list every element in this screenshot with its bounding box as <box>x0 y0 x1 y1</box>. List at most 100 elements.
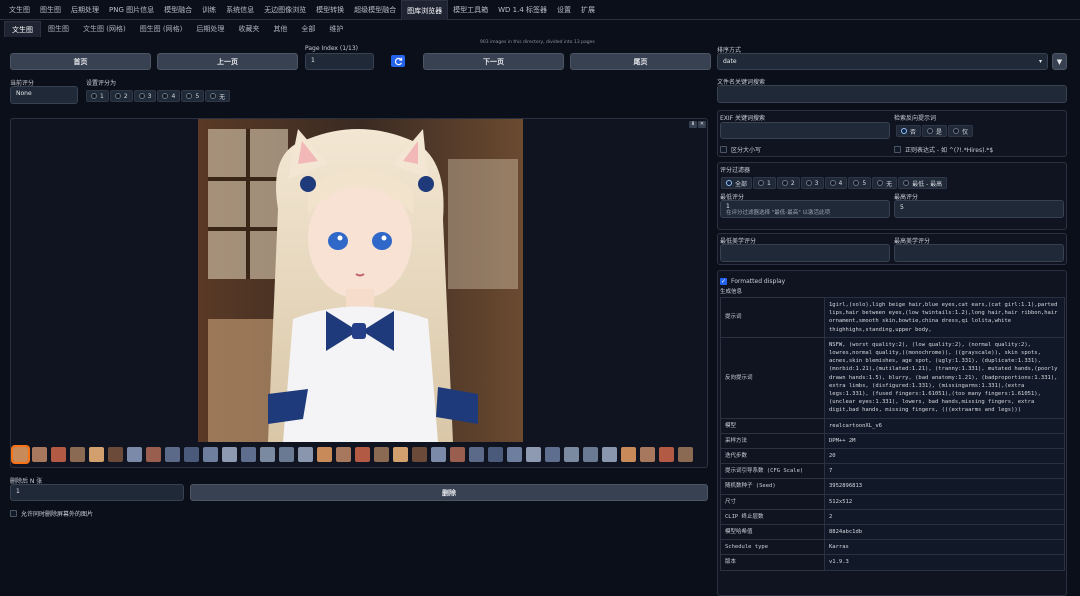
thumbnail[interactable] <box>32 447 47 462</box>
case-sensitive-checkbox[interactable]: 区分大小写 <box>720 145 761 154</box>
score-filter-radio[interactable]: 2 <box>776 177 800 189</box>
top-tab[interactable]: PNG 图片信息 <box>104 0 159 20</box>
thumbnail[interactable] <box>11 445 30 464</box>
top-tab[interactable]: 系统信息 <box>221 0 259 20</box>
thumbnail[interactable] <box>431 447 446 462</box>
sub-tab[interactable]: 后期处理 <box>189 21 231 37</box>
thumbnail[interactable] <box>336 447 351 462</box>
thumbnail[interactable] <box>621 447 636 462</box>
thumbnail[interactable] <box>89 447 104 462</box>
sub-tab[interactable]: 文生图 (网格) <box>76 21 133 37</box>
thumbnail[interactable] <box>393 447 408 462</box>
top-tab[interactable]: 模型融合 <box>159 0 197 20</box>
thumbnail[interactable] <box>659 447 674 462</box>
first-page-button[interactable]: 首页 <box>10 53 151 70</box>
thumbnail[interactable] <box>298 447 313 462</box>
thumbnail[interactable] <box>640 447 655 462</box>
thumbnail[interactable] <box>70 447 85 462</box>
thumbnail[interactable] <box>241 447 256 462</box>
checkbox-box[interactable] <box>10 510 17 517</box>
sub-tab[interactable]: 文生图 <box>4 21 41 37</box>
thumbnail[interactable] <box>317 447 332 462</box>
thumbnail[interactable] <box>374 447 389 462</box>
filename-search-input[interactable] <box>717 85 1067 103</box>
refresh-button[interactable] <box>391 55 405 67</box>
score-filter-radio[interactable]: 5 <box>848 177 872 189</box>
top-tab[interactable]: 模型转换 <box>311 0 349 20</box>
thumbnail[interactable] <box>602 447 617 462</box>
set-rating-radio[interactable]: 5 <box>181 90 205 102</box>
thumbnail[interactable] <box>412 447 427 462</box>
main-image[interactable] <box>198 119 523 442</box>
max-aesthetic-input[interactable] <box>894 244 1064 262</box>
last-page-button[interactable]: 尾页 <box>570 53 711 70</box>
set-rating-radio[interactable]: 无 <box>205 90 231 102</box>
delete-button[interactable]: 删除 <box>190 484 708 501</box>
top-tab[interactable]: 训练 <box>197 0 221 20</box>
checkbox-box[interactable] <box>894 146 901 153</box>
prev-page-button[interactable]: 上一页 <box>157 53 298 70</box>
thumbnail[interactable] <box>184 447 199 462</box>
score-filter-radio[interactable]: 3 <box>800 177 824 189</box>
next-page-button[interactable]: 下一页 <box>423 53 564 70</box>
top-tab[interactable]: 文生图 <box>4 0 35 20</box>
thumbnail[interactable] <box>165 447 180 462</box>
delete-n-input[interactable]: 1 <box>10 484 184 501</box>
close-icon[interactable]: ✕ <box>698 121 706 128</box>
top-tab[interactable]: WD 1.4 标签器 <box>493 0 552 20</box>
score-filter-radio[interactable]: 无 <box>872 177 898 189</box>
top-tab[interactable]: 后期处理 <box>66 0 104 20</box>
score-filter-radio[interactable]: 最低 - 最高 <box>898 177 948 189</box>
min-aesthetic-input[interactable] <box>720 244 890 262</box>
thumbnail[interactable] <box>355 447 370 462</box>
min-score-input[interactable]: 1 在评分过滤器选择 "最低-最高" 以激活此项 <box>720 200 890 218</box>
formatted-display-checkbox[interactable]: ✓ Formatted display <box>720 278 785 285</box>
sub-tab[interactable]: 其他 <box>266 21 294 37</box>
top-tab[interactable]: 设置 <box>552 0 576 20</box>
checkbox-checked-icon[interactable]: ✓ <box>720 278 727 285</box>
thumbnail[interactable] <box>526 447 541 462</box>
sort-direction-button[interactable]: ▼ <box>1052 53 1067 70</box>
thumbnail[interactable] <box>488 447 503 462</box>
sub-tab[interactable]: 全部 <box>294 21 322 37</box>
sub-tab[interactable]: 维护 <box>322 21 350 37</box>
download-icon[interactable]: ⬇ <box>689 121 697 128</box>
regex-checkbox[interactable]: 正则表达式 - 如 ^(?!.*Hires).*$ <box>894 145 993 154</box>
sort-select[interactable]: date ▾ <box>717 53 1048 70</box>
thumbnail[interactable] <box>450 447 465 462</box>
top-tab[interactable]: 超级模型融合 <box>349 0 401 20</box>
thumbnail[interactable] <box>146 447 161 462</box>
page-index-input[interactable]: 1 <box>305 53 374 70</box>
set-rating-radio[interactable]: 3 <box>133 90 157 102</box>
thumbnail[interactable] <box>583 447 598 462</box>
thumbnail[interactable] <box>564 447 579 462</box>
top-tab[interactable]: 模型工具箱 <box>448 0 493 20</box>
thumbnail[interactable] <box>260 447 275 462</box>
set-rating-radio[interactable]: 2 <box>109 90 133 102</box>
thumbnail[interactable] <box>203 447 218 462</box>
negative-prompt-radio[interactable]: 是 <box>922 125 948 137</box>
top-tab[interactable]: 无边图像浏览 <box>259 0 311 20</box>
thumbnail[interactable] <box>678 447 693 462</box>
checkbox-box[interactable] <box>720 146 727 153</box>
set-rating-radio[interactable]: 4 <box>157 90 181 102</box>
thumbnail[interactable] <box>469 447 484 462</box>
thumbnail[interactable] <box>108 447 123 462</box>
allow-offscreen-delete-checkbox[interactable]: 允许同时删除屏幕外的图片 <box>10 509 93 518</box>
thumbnail[interactable] <box>545 447 560 462</box>
top-tab[interactable]: 图生图 <box>35 0 66 20</box>
thumbnail[interactable] <box>507 447 522 462</box>
negative-prompt-radio[interactable]: 否 <box>896 125 922 137</box>
thumbnail[interactable] <box>51 447 66 462</box>
thumbnail[interactable] <box>279 447 294 462</box>
score-filter-radio[interactable]: 全部 <box>721 177 753 189</box>
sub-tab[interactable]: 收藏夹 <box>231 21 266 37</box>
score-filter-radio[interactable]: 4 <box>824 177 848 189</box>
max-score-input[interactable]: 5 <box>894 200 1064 218</box>
score-filter-radio[interactable]: 1 <box>753 177 776 189</box>
exif-search-input[interactable] <box>720 122 890 139</box>
sub-tab[interactable]: 图生图 (网格) <box>133 21 190 37</box>
top-tab[interactable]: 扩展 <box>576 0 600 20</box>
negative-prompt-radio[interactable]: 仅 <box>948 125 974 137</box>
set-rating-radio[interactable]: 1 <box>86 90 109 102</box>
